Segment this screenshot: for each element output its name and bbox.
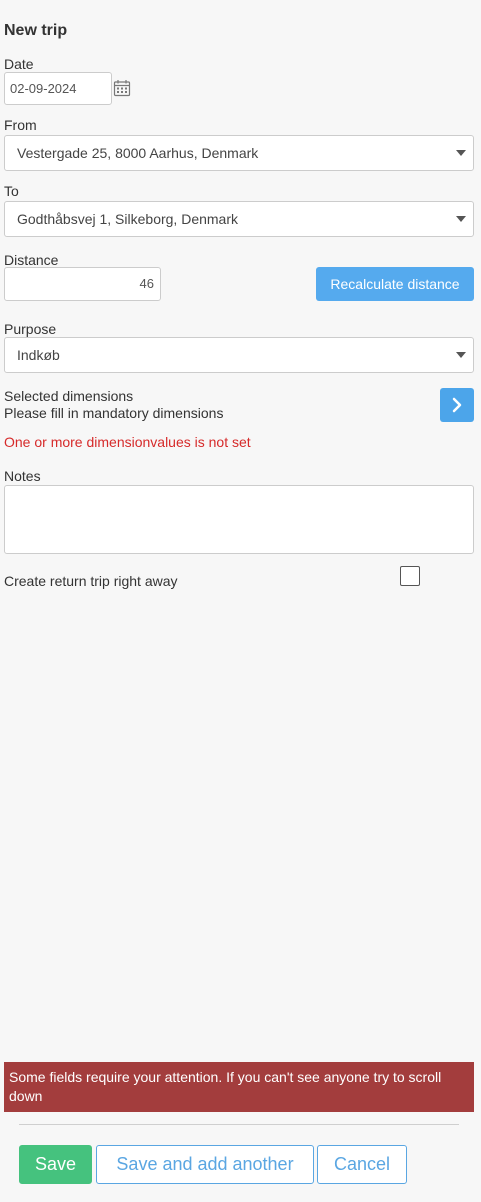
distance-label: Distance: [4, 252, 59, 268]
notes-textarea[interactable]: [4, 485, 474, 554]
from-select[interactable]: Vestergade 25, 8000 Aarhus, Denmark: [4, 135, 474, 171]
purpose-select[interactable]: Indkøb: [4, 337, 474, 373]
return-trip-label: Create return trip right away: [4, 573, 178, 589]
save-and-add-another-button[interactable]: Save and add another: [96, 1145, 314, 1184]
new-trip-page: New trip Date 02-09-2024 From Vestergade…: [0, 0, 481, 1202]
purpose-value: Indkøb: [17, 347, 60, 363]
save-button[interactable]: Save: [19, 1145, 92, 1184]
dropdown-arrow-icon: [456, 216, 466, 222]
dropdown-arrow-icon: [456, 150, 466, 156]
date-input[interactable]: 02-09-2024: [4, 72, 112, 105]
return-trip-checkbox[interactable]: [400, 566, 420, 586]
purpose-label: Purpose: [4, 321, 57, 337]
from-value: Vestergade 25, 8000 Aarhus, Denmark: [17, 145, 259, 161]
dropdown-arrow-icon: [456, 352, 466, 358]
distance-input[interactable]: 46: [4, 267, 161, 301]
calendar-icon[interactable]: [113, 79, 131, 97]
page-title: New trip: [4, 22, 68, 39]
to-label: To: [4, 183, 19, 199]
to-value: Godthåbsvej 1, Silkeborg, Denmark: [17, 211, 238, 227]
date-label: Date: [4, 56, 34, 72]
footer-divider: [19, 1124, 459, 1125]
to-select[interactable]: Godthåbsvej 1, Silkeborg, Denmark: [4, 201, 474, 237]
validation-alert: Some fields require your attention. If y…: [4, 1062, 474, 1112]
dimensions-hint: Please fill in mandatory dimensions: [4, 405, 224, 421]
open-dimensions-button[interactable]: [440, 388, 474, 422]
from-label: From: [4, 117, 37, 133]
dimensions-error-text: One or more dimensionvalues is not set: [4, 434, 251, 450]
notes-label: Notes: [4, 468, 41, 484]
cancel-button[interactable]: Cancel: [317, 1145, 407, 1184]
dimensions-title: Selected dimensions: [4, 388, 134, 404]
recalculate-distance-button[interactable]: Recalculate distance: [316, 267, 474, 301]
